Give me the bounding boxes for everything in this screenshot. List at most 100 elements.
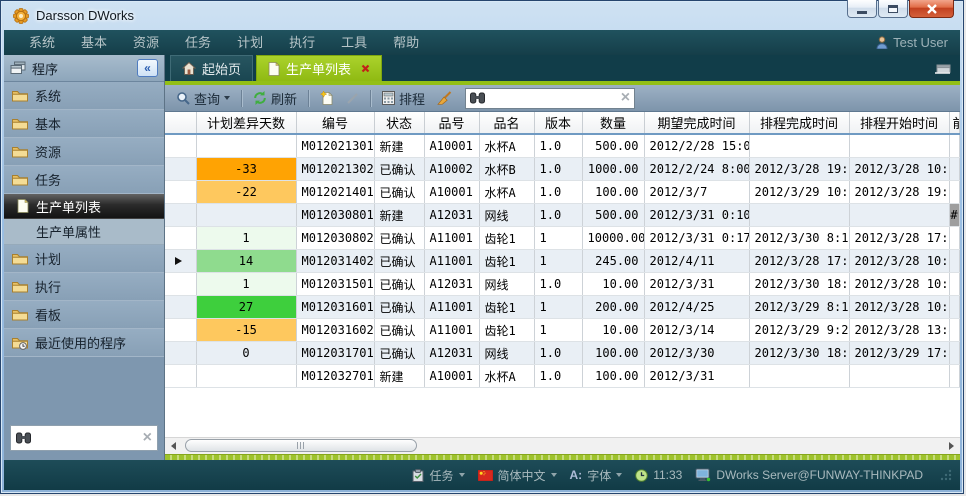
table-row[interactable]: M012032701新建A10001水杯A1.0100.002012/3/31 (165, 365, 959, 388)
sidebar-item-resource[interactable]: 资源 (4, 138, 164, 166)
cell-item[interactable]: A11001 (424, 319, 479, 342)
row-selector[interactable] (165, 319, 196, 342)
cell-item[interactable]: A11001 (424, 250, 479, 273)
row-selector[interactable] (165, 134, 196, 158)
column-header-code[interactable]: 编号 (296, 112, 374, 134)
cell-name[interactable]: 网线 (479, 273, 534, 296)
tab-prod-order-list[interactable]: 生产单列表 (256, 55, 382, 81)
statusbar-tasks[interactable]: 任务 (412, 467, 464, 484)
statusbar-language[interactable]: 简体中文 (478, 467, 557, 484)
refresh-button[interactable]: 刷新 (249, 88, 301, 109)
sidebar-item-plan[interactable]: 计划 (4, 245, 164, 273)
cell-diff[interactable]: 27 (196, 296, 296, 319)
cell-sched_end[interactable] (749, 134, 849, 158)
toolbar-search-clear-icon[interactable]: × (621, 90, 630, 106)
sidebar-item-task[interactable]: 任务 (4, 166, 164, 194)
column-header-diff[interactable]: 计划差异天数 (196, 112, 296, 134)
cell-qty[interactable]: 1000.00 (582, 158, 644, 181)
cell-qty[interactable]: 100.00 (582, 342, 644, 365)
cell-name[interactable]: 水杯A (479, 134, 534, 158)
cell-qty[interactable]: 10.00 (582, 273, 644, 296)
column-header-sched_end[interactable]: 排程完成时间 (749, 112, 849, 134)
column-header-item[interactable]: 品号 (424, 112, 479, 134)
scroll-left-button[interactable] (165, 438, 182, 454)
cell-item[interactable]: A11001 (424, 296, 479, 319)
cell-name[interactable]: 齿轮1 (479, 250, 534, 273)
table-row[interactable]: M012030801新建A12031网线1.0500.002012/3/31 0… (165, 204, 959, 227)
cell-name[interactable]: 网线 (479, 342, 534, 365)
column-header-due[interactable]: 期望完成时间 (644, 112, 749, 134)
table-row[interactable]: -22M012021401已确认A10001水杯A1.0100.002012/3… (165, 181, 959, 204)
row-selector[interactable] (165, 227, 196, 250)
cell-name[interactable]: 齿轮1 (479, 319, 534, 342)
cell-sched_start[interactable]: 2012/3/28 19:10 (849, 181, 949, 204)
statusbar-server[interactable]: DWorks Server@FUNWAY-THINKPAD (695, 468, 923, 482)
cell-status[interactable]: 已确认 (374, 227, 424, 250)
scroll-right-button[interactable] (943, 438, 960, 454)
cell-ver[interactable]: 1.0 (534, 342, 582, 365)
cell-extra[interactable] (949, 319, 959, 342)
user-indicator[interactable]: Test User (876, 35, 948, 50)
statusbar-font[interactable]: A: 字体 (570, 467, 623, 484)
sidebar-item-recent[interactable]: 最近使用的程序 (4, 329, 164, 357)
cell-status[interactable]: 已确认 (374, 181, 424, 204)
cell-diff[interactable]: 1 (196, 227, 296, 250)
cell-ver[interactable]: 1.0 (534, 365, 582, 388)
cell-extra[interactable] (949, 250, 959, 273)
cell-name[interactable]: 水杯B (479, 158, 534, 181)
row-selector[interactable] (165, 181, 196, 204)
cell-due[interactable]: 2012/3/7 (644, 181, 749, 204)
cell-sched_end[interactable]: 2012/3/28 19:10 (749, 158, 849, 181)
cell-sched_start[interactable] (849, 204, 949, 227)
cell-ver[interactable]: 1.0 (534, 158, 582, 181)
column-header-qty[interactable]: 数量 (582, 112, 644, 134)
cell-sched_end[interactable] (749, 365, 849, 388)
cell-due[interactable]: 2012/4/11 (644, 250, 749, 273)
cell-item[interactable]: A11001 (424, 227, 479, 250)
cell-due[interactable]: 2012/3/30 (644, 342, 749, 365)
menu-execute[interactable]: 执行 (276, 30, 328, 55)
window-list-icon[interactable] (934, 62, 951, 74)
menu-task[interactable]: 任务 (172, 30, 224, 55)
menu-resource[interactable]: 资源 (120, 30, 172, 55)
cell-due[interactable]: 2012/3/31 0:10 (644, 204, 749, 227)
cell-extra[interactable] (949, 134, 959, 158)
cell-due[interactable]: 2012/3/14 (644, 319, 749, 342)
column-header-sched_start[interactable]: 排程开始时间 (849, 112, 949, 134)
menu-tools[interactable]: 工具 (328, 30, 380, 55)
cell-sched_end[interactable]: 2012/3/29 10:20 (749, 181, 849, 204)
column-header-ver[interactable]: 版本 (534, 112, 582, 134)
cell-status[interactable]: 已确认 (374, 319, 424, 342)
cell-sched_start[interactable]: 2012/3/28 10:52 (849, 273, 949, 296)
cell-diff[interactable] (196, 204, 296, 227)
row-selector[interactable] (165, 296, 196, 319)
cell-diff[interactable] (196, 365, 296, 388)
row-selector[interactable] (165, 342, 196, 365)
cell-sched_end[interactable]: 2012/3/30 18:00 (749, 342, 849, 365)
font-dropdown-icon[interactable] (616, 473, 622, 477)
sidebar-item-prod-order-props[interactable]: 生产单属性 (4, 219, 164, 245)
cell-item[interactable]: A10002 (424, 158, 479, 181)
sidebar-search-clear-icon[interactable]: × (143, 430, 152, 446)
cell-name[interactable]: 水杯A (479, 181, 534, 204)
menu-basic[interactable]: 基本 (68, 30, 120, 55)
cell-due[interactable]: 2012/2/28 15:00 (644, 134, 749, 158)
cell-status[interactable]: 新建 (374, 365, 424, 388)
new-button[interactable] (316, 90, 338, 107)
table-row[interactable]: -15M012031602已确认A11001齿轮1110.002012/3/14… (165, 319, 959, 342)
cell-ver[interactable]: 1 (534, 296, 582, 319)
cell-diff[interactable]: 1 (196, 273, 296, 296)
cell-status[interactable]: 新建 (374, 134, 424, 158)
cell-ver[interactable]: 1.0 (534, 134, 582, 158)
cell-extra[interactable]: # (949, 204, 959, 227)
cell-sched_end[interactable] (749, 204, 849, 227)
cell-name[interactable]: 齿轮1 (479, 227, 534, 250)
column-header-name[interactable]: 品名 (479, 112, 534, 134)
cell-sched_start[interactable]: 2012/3/28 13:40 (849, 319, 949, 342)
menu-plan[interactable]: 计划 (224, 30, 276, 55)
cell-qty[interactable]: 10000.00 (582, 227, 644, 250)
minimize-button[interactable] (847, 0, 877, 18)
language-dropdown-icon[interactable] (551, 473, 557, 477)
table-row[interactable]: -33M012021302已确认A10002水杯B1.01000.002012/… (165, 158, 959, 181)
row-selector[interactable] (165, 204, 196, 227)
